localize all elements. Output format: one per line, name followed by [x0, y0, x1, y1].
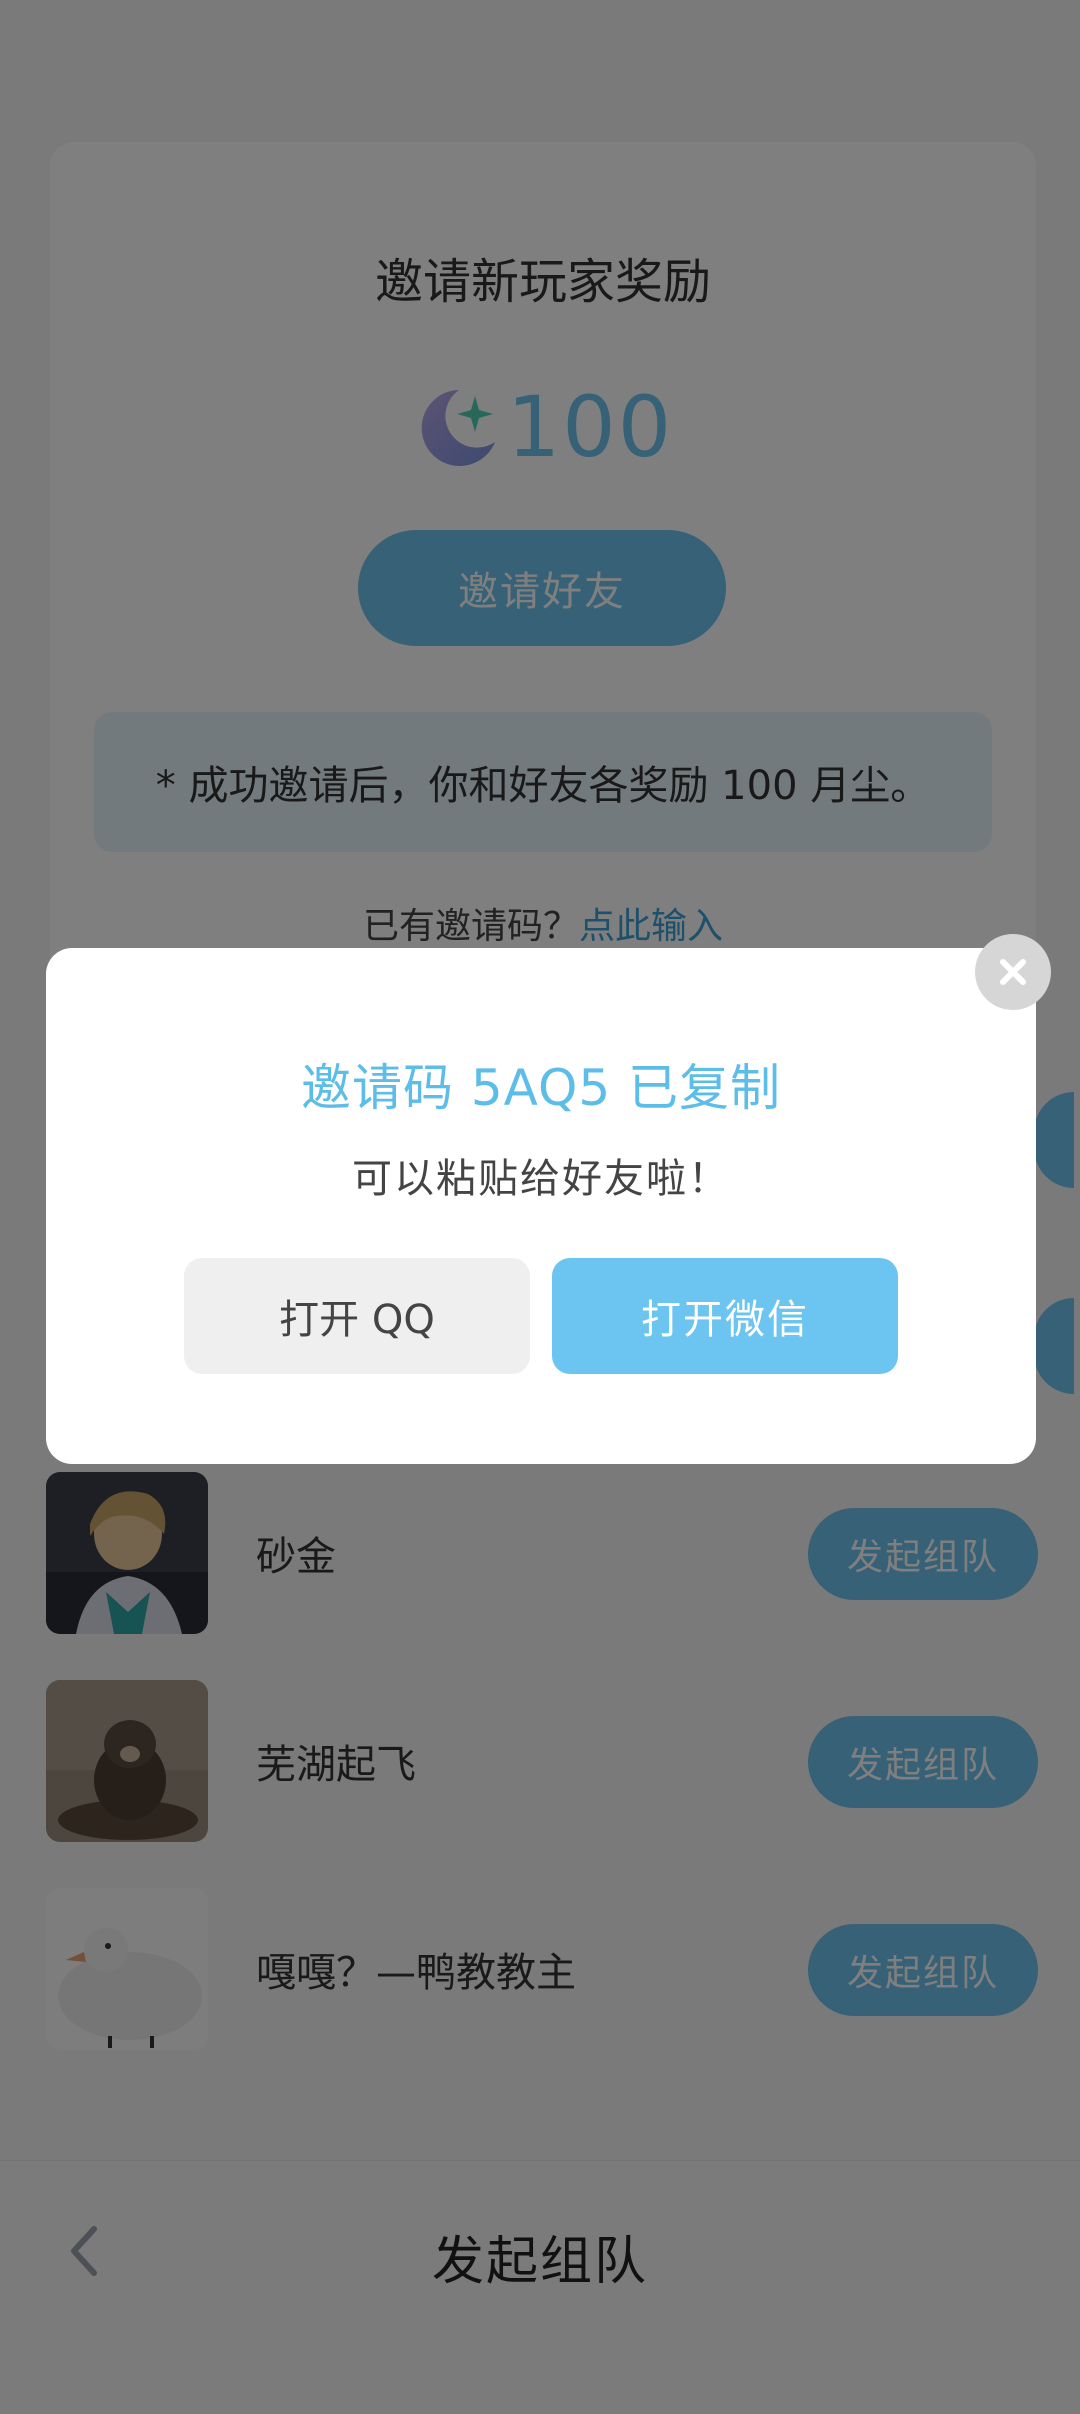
open-qq-button[interactable]: 打开 QQ	[184, 1258, 530, 1374]
open-wechat-button[interactable]: 打开微信	[552, 1258, 898, 1374]
dialog-title: 邀请码 5AQ5 已复制	[300, 1059, 782, 1117]
close-icon	[1000, 959, 1026, 985]
code-copied-dialog: 邀请码 5AQ5 已复制 可以粘贴给好友啦！ 打开 QQ 打开微信	[46, 948, 1036, 1464]
close-dialog-button[interactable]	[975, 934, 1051, 1010]
dialog-subtitle: 可以粘贴给好友啦！	[352, 1156, 730, 1202]
